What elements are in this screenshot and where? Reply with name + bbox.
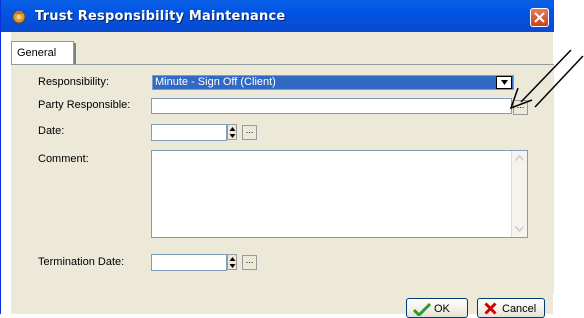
cancel-button[interactable]: Cancel bbox=[477, 298, 545, 318]
cancel-label: Cancel bbox=[502, 303, 537, 315]
scroll-up-icon[interactable] bbox=[515, 155, 524, 161]
comment-label: Comment: bbox=[38, 153, 89, 165]
responsibility-label: Responsibility: bbox=[38, 76, 109, 88]
comment-scrollbar[interactable] bbox=[511, 151, 527, 237]
cancel-x-icon bbox=[484, 302, 497, 315]
responsibility-select[interactable]: Minute - Sign Off (Client) bbox=[152, 75, 514, 90]
dialog-window: Trust Responsibility Maintenance General… bbox=[0, 0, 554, 318]
chevron-down-icon bbox=[501, 80, 508, 85]
tab-edge bbox=[74, 43, 76, 65]
left-strip bbox=[1, 32, 11, 314]
party-responsible-label: Party Responsible: bbox=[38, 99, 131, 111]
responsibility-dropdown-button[interactable] bbox=[496, 76, 512, 89]
date-label: Date: bbox=[38, 125, 65, 137]
window-title: Trust Responsibility Maintenance bbox=[35, 9, 286, 24]
termination-date-label: Termination Date: bbox=[38, 256, 125, 268]
close-button[interactable] bbox=[530, 8, 549, 27]
date-spinner[interactable] bbox=[227, 124, 237, 140]
comment-textarea[interactable] bbox=[151, 150, 528, 238]
tab-general[interactable]: General bbox=[11, 41, 74, 65]
responsibility-value: Minute - Sign Off (Client) bbox=[155, 76, 276, 88]
party-responsible-field[interactable] bbox=[151, 98, 512, 114]
date-field[interactable] bbox=[151, 124, 227, 141]
termination-date-spinner[interactable] bbox=[227, 254, 237, 270]
termination-date-picker-button[interactable]: ... bbox=[242, 255, 257, 270]
tab-general-label: General bbox=[17, 47, 57, 59]
spinner-arrows-icon bbox=[229, 257, 236, 268]
party-responsible-lookup-button[interactable]: ... bbox=[513, 100, 528, 115]
spinner-arrows-icon bbox=[229, 127, 236, 138]
ok-label: OK bbox=[434, 303, 450, 315]
title-bar[interactable]: Trust Responsibility Maintenance bbox=[1, 0, 554, 32]
ok-button[interactable]: OK bbox=[406, 298, 468, 318]
close-icon bbox=[534, 12, 545, 23]
scroll-down-icon[interactable] bbox=[515, 226, 524, 232]
date-picker-button[interactable]: ... bbox=[242, 125, 257, 140]
app-icon bbox=[11, 8, 27, 24]
termination-date-field[interactable] bbox=[151, 254, 227, 271]
